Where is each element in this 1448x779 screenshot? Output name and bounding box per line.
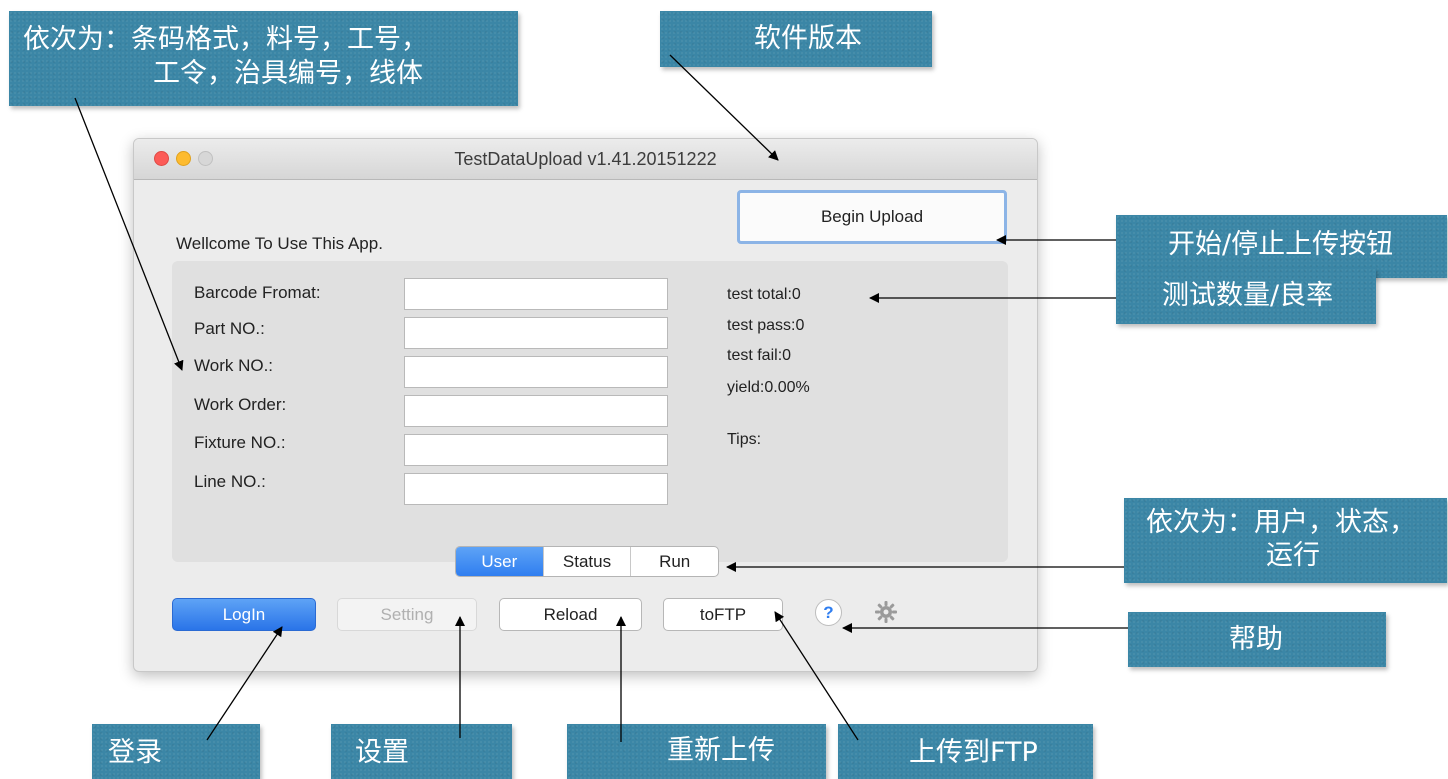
arrow-version [669, 54, 779, 161]
arrow-fields [74, 97, 184, 371]
arrow-login [206, 626, 283, 741]
annotation-arrows [74, 54, 1128, 742]
arrow-toftp [774, 611, 859, 741]
